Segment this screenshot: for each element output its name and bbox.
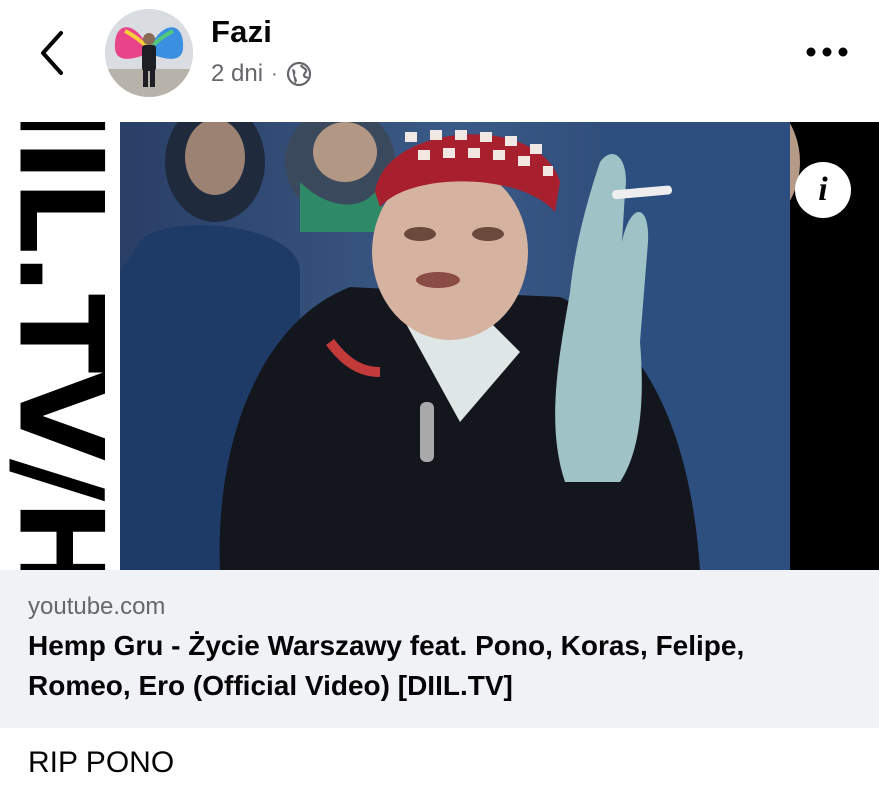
post-timestamp[interactable]: 2 dni: [211, 60, 263, 88]
more-horizontal-icon: [806, 47, 848, 57]
globe-icon: [286, 61, 311, 87]
link-preview-card[interactable]: youtube.com Hemp Gru - Życie Warszawy fe…: [0, 570, 879, 728]
post-meta: 2 dni ·: [211, 60, 312, 88]
link-domain: youtube.com: [28, 593, 166, 620]
avatar-image: [105, 9, 193, 97]
info-button[interactable]: i: [795, 162, 851, 218]
more-options-button[interactable]: [805, 34, 849, 70]
info-icon: i: [818, 171, 828, 208]
video-frame-image: [120, 122, 879, 570]
meta-separator: ·: [271, 62, 278, 85]
author-avatar[interactable]: [105, 9, 193, 97]
video-thumbnail[interactable]: DIIL.TV/HD i: [0, 122, 879, 570]
watermark-strip: DIIL.TV/HD: [0, 122, 120, 570]
post-header: Fazi 2 dni ·: [0, 0, 879, 122]
post-caption: RIP PONO: [28, 746, 175, 779]
link-title: Hemp Gru - Życie Warszawy feat. Pono, Ko…: [28, 630, 745, 701]
back-button[interactable]: [30, 28, 74, 78]
author-name[interactable]: Fazi: [211, 14, 272, 50]
chevron-left-icon: [41, 31, 63, 75]
channel-watermark: DIIL.TV/HD: [0, 122, 120, 570]
